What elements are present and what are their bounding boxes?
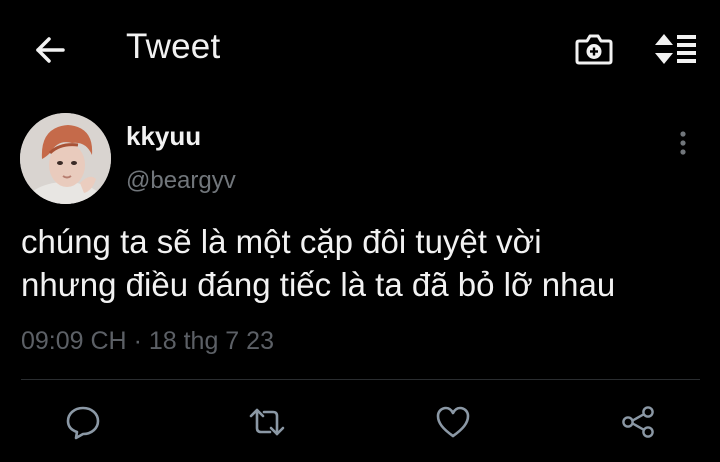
- share-icon: [620, 404, 656, 440]
- sort-icon: [654, 32, 698, 66]
- meta-separator: ·: [133, 327, 142, 355]
- sort-button[interactable]: [652, 28, 700, 70]
- tweet-date: 18 thg 7 23: [148, 327, 274, 355]
- retweet-icon: [248, 404, 286, 440]
- user-handle[interactable]: @beargyv: [126, 167, 236, 195]
- more-options-button[interactable]: [668, 128, 698, 158]
- avatar[interactable]: [20, 113, 111, 204]
- tweet-time: 09:09 CH: [21, 327, 127, 355]
- display-name[interactable]: kkyuu: [126, 121, 201, 152]
- arrow-left-icon: [33, 33, 67, 67]
- reply-button[interactable]: [61, 400, 105, 444]
- like-icon: [435, 405, 471, 439]
- back-button[interactable]: [30, 30, 70, 70]
- like-button[interactable]: [431, 400, 475, 444]
- page-title: Tweet: [126, 27, 221, 66]
- camera-button[interactable]: [573, 28, 615, 70]
- camera-plus-icon: [575, 32, 613, 66]
- more-vertical-icon: [679, 130, 687, 156]
- reply-icon: [65, 404, 101, 440]
- retweet-button[interactable]: [245, 400, 289, 444]
- tweet-timestamp: 09:09 CH · 18 thg 7 23: [21, 327, 274, 356]
- tweet-text: chúng ta sẽ là một cặp đôi tuyệt vời như…: [21, 223, 616, 303]
- top-bar: Tweet: [0, 0, 720, 98]
- divider: [21, 379, 700, 380]
- share-button[interactable]: [616, 400, 660, 444]
